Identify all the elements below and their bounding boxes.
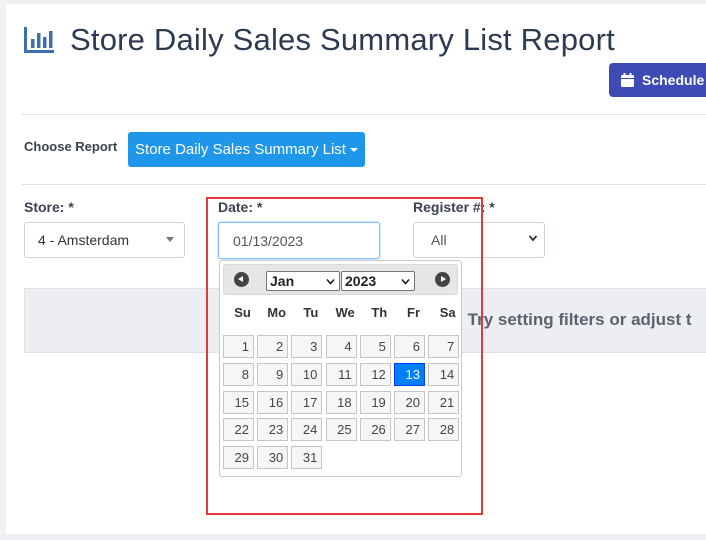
calendar-day[interactable]: 17 [291, 390, 323, 414]
calendar-day[interactable]: 7 [428, 335, 460, 358]
weekday-label: Sa [439, 305, 456, 320]
weekday-label: Tu [303, 305, 319, 320]
calendar-day[interactable]: 27 [394, 418, 425, 442]
calendar-day[interactable]: 8 [223, 362, 254, 386]
caret-down-icon [166, 237, 174, 242]
weekday-label: Fr [407, 305, 420, 320]
calendar-icon [621, 73, 634, 87]
calendar-day[interactable]: 16 [257, 390, 289, 414]
report-dropdown-label: Store Daily Sales Summary List [135, 141, 346, 158]
prev-month-icon[interactable] [234, 272, 249, 287]
bottom-strip [0, 534, 706, 540]
register-select-value: All [431, 232, 447, 248]
calendar-day[interactable]: 11 [325, 362, 357, 386]
page-title: Store Daily Sales Summary List Report [70, 22, 615, 57]
calendar-day[interactable]: 6 [394, 335, 425, 358]
bar-chart-icon [24, 27, 54, 53]
calendar-day[interactable]: 20 [394, 390, 425, 414]
year-select[interactable]: 2023 [341, 271, 415, 291]
report-dropdown-button[interactable]: Store Daily Sales Summary List [128, 132, 365, 167]
store-select-value: 4 - Amsterdam [38, 232, 130, 248]
store-select[interactable]: 4 - Amsterdam [24, 222, 185, 258]
caret-down-icon [349, 147, 358, 152]
datepicker-popup: Jan 2023 Su Mo Tu We Th Fr Sa 1 2 3 4 5 6 7 8 9 10 11 12 1… [219, 260, 462, 477]
calendar-day[interactable]: 25 [325, 418, 357, 442]
header-divider [22, 114, 706, 115]
date-label: Date: * [218, 199, 263, 215]
chevron-down-icon [326, 278, 335, 285]
choose-report-label: Choose Report [24, 139, 118, 154]
calendar-day[interactable]: 23 [257, 418, 289, 442]
calendar-day-selected[interactable]: 13 [394, 362, 425, 386]
month-select-value: Jan [270, 273, 295, 289]
register-label: Register #: * [413, 199, 495, 215]
calendar-day[interactable]: 2 [257, 335, 289, 358]
weekday-label: Mo [267, 305, 287, 320]
calendar-day[interactable]: 14 [428, 362, 460, 386]
calendar-day[interactable]: 9 [257, 362, 289, 386]
page-header: Store Daily Sales Summary List Report [22, 18, 615, 62]
calendar-day[interactable]: 30 [257, 446, 289, 470]
calendar-day[interactable]: 29 [223, 446, 254, 470]
date-input-value: 01/13/2023 [233, 232, 304, 249]
calendar-day[interactable]: 19 [359, 390, 391, 414]
no-results-message: y. Try setting filters or adjust t [450, 310, 692, 329]
year-select-value: 2023 [345, 273, 377, 289]
calendar-day[interactable]: 1 [223, 335, 254, 358]
month-select[interactable]: Jan [266, 271, 340, 291]
top-strip [0, 0, 706, 4]
calendar-day[interactable]: 4 [325, 335, 357, 358]
calendar-day[interactable]: 15 [223, 390, 254, 414]
date-input[interactable]: 01/13/2023 [218, 222, 380, 259]
calendar-day[interactable]: 3 [291, 335, 323, 358]
datepicker-header: Jan 2023 [223, 264, 458, 295]
filters-divider [22, 184, 706, 185]
calendar-day[interactable]: 12 [359, 362, 391, 386]
chevron-down-icon [528, 235, 538, 242]
calendar-day[interactable]: 31 [291, 446, 323, 470]
register-select[interactable]: All [413, 222, 545, 258]
chevron-down-icon [401, 278, 410, 285]
schedule-report-button[interactable]: Schedule R [609, 63, 706, 97]
calendar-day[interactable]: 18 [325, 390, 357, 414]
calendar-day[interactable]: 22 [223, 418, 254, 442]
calendar-day[interactable]: 24 [291, 418, 323, 442]
calendar-day[interactable]: 21 [428, 390, 460, 414]
calendar-day[interactable]: 10 [291, 362, 323, 386]
calendar-day[interactable]: 5 [359, 335, 391, 358]
weekday-label: Th [371, 305, 388, 320]
calendar-day[interactable]: 28 [428, 418, 460, 442]
weekday-label: Su [234, 305, 251, 320]
left-strip [0, 0, 6, 540]
calendar-day[interactable]: 26 [359, 418, 391, 442]
store-label: Store: * [24, 199, 74, 215]
weekday-label: We [335, 305, 355, 320]
next-month-icon[interactable] [435, 272, 450, 287]
schedule-button-label: Schedule R [642, 72, 706, 88]
